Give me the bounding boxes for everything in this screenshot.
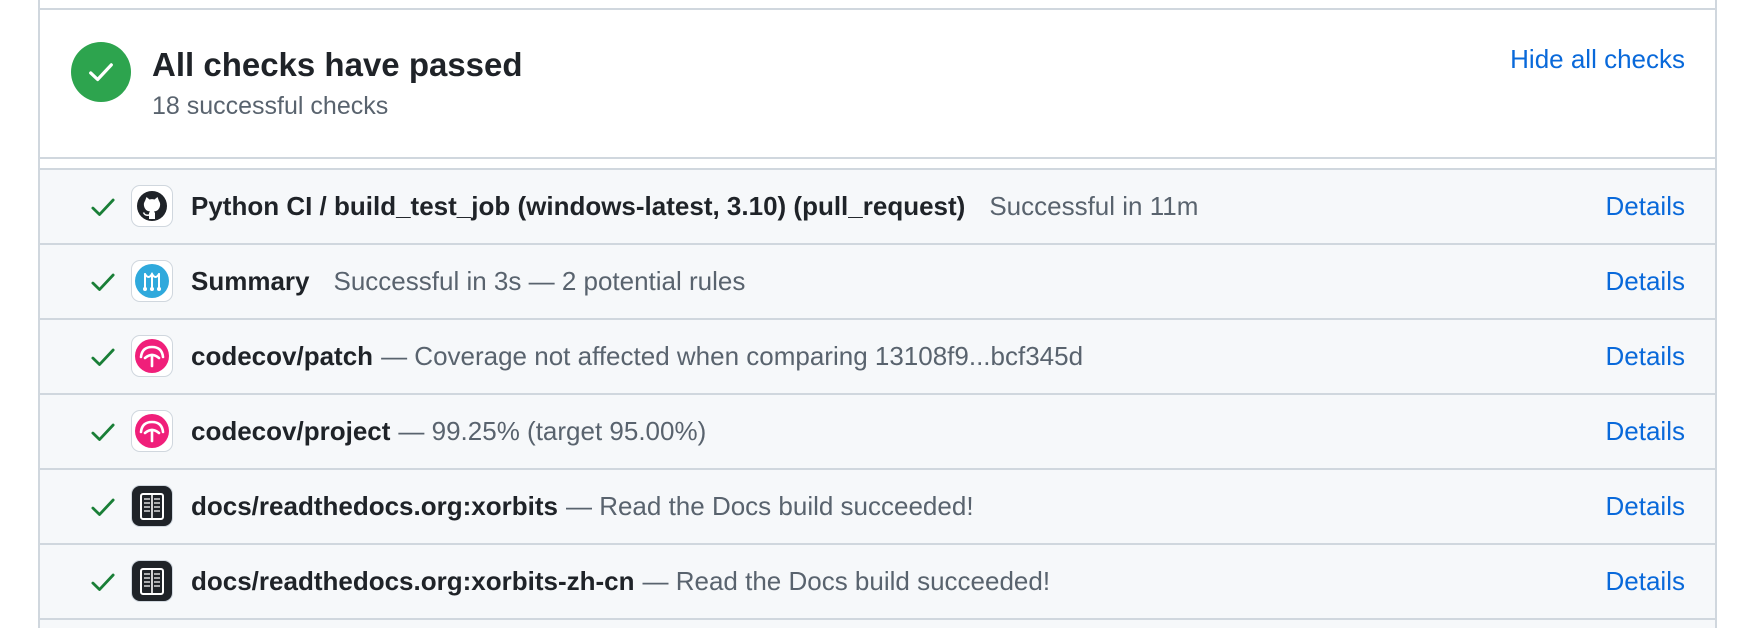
details-link[interactable]: Details [1606, 320, 1685, 393]
details-link[interactable]: Details [1606, 470, 1685, 543]
check-name: codecov/project [191, 416, 391, 446]
check-row: docs/readthedocs.org:xorbits-zh-cn — Rea… [40, 545, 1715, 620]
codecov-icon [131, 410, 173, 452]
details-link[interactable]: Details [1606, 245, 1685, 318]
summary-subtitle: 18 successful checks [152, 92, 389, 120]
check-icon [91, 348, 115, 366]
checks-list: Python CI / build_test_job (windows-late… [40, 170, 1715, 628]
mergify-icon [131, 260, 173, 302]
readthedocs-icon [131, 485, 173, 527]
check-status: — Read the Docs build succeeded! [565, 491, 974, 521]
codecov-icon [131, 335, 173, 377]
details-link[interactable]: Details [1606, 545, 1685, 618]
check-icon [91, 573, 115, 591]
check-row: Python CI / build_test_job (windows-late… [40, 170, 1715, 245]
check-status: Successful in 3s — 2 potential rules [333, 266, 746, 296]
details-link[interactable]: Details [1606, 170, 1685, 243]
check-name: docs/readthedocs.org:xorbits-zh-cn [191, 566, 635, 596]
check-name: codecov/patch [191, 341, 374, 371]
check-status: Successful in 11m [989, 191, 1199, 221]
check-icon [91, 273, 115, 291]
details-link[interactable]: Details [1606, 395, 1685, 468]
check-icon [91, 498, 115, 516]
checks-panel: All checks have passed 18 successful che… [38, 0, 1717, 628]
check-status: — Coverage not affected when comparing 1… [381, 341, 1084, 371]
check-name: Summary [191, 266, 310, 296]
readthedocs-icon [131, 560, 173, 602]
check-row: codecov/project — 99.25% (target 95.00%)… [40, 395, 1715, 470]
success-check-icon [71, 42, 131, 102]
check-icon [91, 198, 115, 216]
check-name: Python CI / build_test_job (windows-late… [191, 191, 966, 221]
github-icon [131, 185, 173, 227]
check-row: docs/readthedocs.org:xorbits — Read the … [40, 470, 1715, 545]
checks-summary: All checks have passed 18 successful che… [40, 10, 1715, 159]
hide-all-checks-link[interactable]: Hide all checks [1510, 44, 1685, 75]
summary-title: All checks have passed [152, 46, 523, 83]
check-row: codecov/patch — Coverage not affected wh… [40, 320, 1715, 395]
check-status: — Read the Docs build succeeded! [642, 566, 1051, 596]
check-row: Summary Successful in 3s — 2 potential r… [40, 245, 1715, 320]
check-status: — 99.25% (target 95.00%) [398, 416, 707, 446]
check-name: docs/readthedocs.org:xorbits [191, 491, 558, 521]
check-icon [91, 423, 115, 441]
